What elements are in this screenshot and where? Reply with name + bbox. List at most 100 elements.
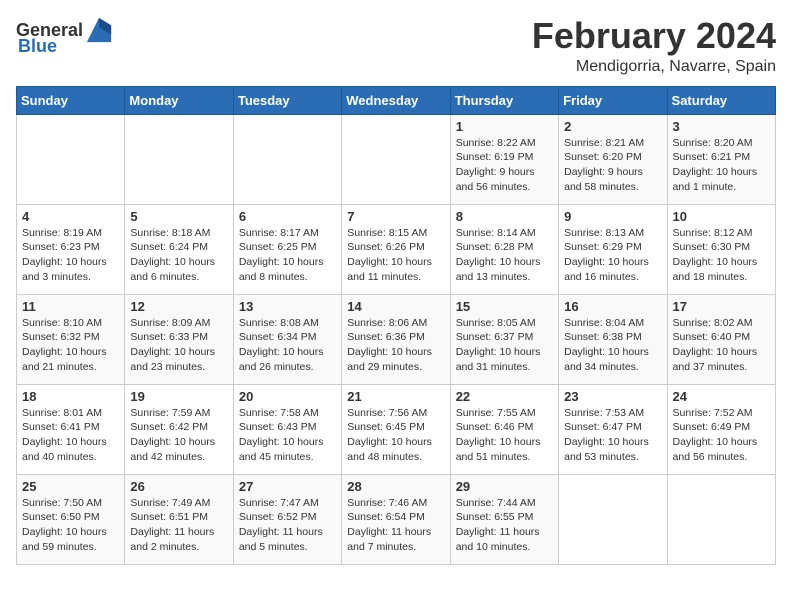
day-number: 29 — [456, 479, 553, 494]
day-info: Sunrise: 8:08 AM Sunset: 6:34 PM Dayligh… — [239, 316, 336, 375]
calendar-cell: 8 Sunrise: 8:14 AM Sunset: 6:28 PM Daylig… — [450, 204, 558, 294]
day-info: Sunrise: 7:50 AM Sunset: 6:50 PM Dayligh… — [22, 496, 119, 555]
day-info: Sunrise: 8:04 AM Sunset: 6:38 PM Dayligh… — [564, 316, 661, 375]
day-number: 20 — [239, 389, 336, 404]
day-info: Sunrise: 8:06 AM Sunset: 6:36 PM Dayligh… — [347, 316, 444, 375]
day-number: 12 — [130, 299, 227, 314]
day-number: 8 — [456, 209, 553, 224]
page-header: General Blue February 2024 Mendigorria, … — [16, 16, 776, 76]
logo-icon — [85, 16, 113, 44]
day-info: Sunrise: 8:15 AM Sunset: 6:26 PM Dayligh… — [347, 226, 444, 285]
day-number: 15 — [456, 299, 553, 314]
calendar-cell: 5 Sunrise: 8:18 AM Sunset: 6:24 PM Daylig… — [125, 204, 233, 294]
day-info: Sunrise: 7:56 AM Sunset: 6:45 PM Dayligh… — [347, 406, 444, 465]
calendar-cell: 12 Sunrise: 8:09 AM Sunset: 6:33 PM Dayli… — [125, 294, 233, 384]
calendar-cell: 22 Sunrise: 7:55 AM Sunset: 6:46 PM Dayli… — [450, 384, 558, 474]
day-number: 7 — [347, 209, 444, 224]
day-number: 26 — [130, 479, 227, 494]
day-info: Sunrise: 8:21 AM Sunset: 6:20 PM Dayligh… — [564, 136, 661, 195]
day-info: Sunrise: 7:44 AM Sunset: 6:55 PM Dayligh… — [456, 496, 553, 555]
day-number: 14 — [347, 299, 444, 314]
calendar-cell: 17Sunrise: 8:02 AM Sunset: 6:40 PM Dayli… — [667, 294, 775, 384]
calendar-cell: 9 Sunrise: 8:13 AM Sunset: 6:29 PM Daylig… — [559, 204, 667, 294]
calendar-cell: 14 Sunrise: 8:06 AM Sunset: 6:36 PM Dayli… — [342, 294, 450, 384]
calendar-cell: 4 Sunrise: 8:19 AM Sunset: 6:23 PM Daylig… — [17, 204, 125, 294]
day-info: Sunrise: 7:55 AM Sunset: 6:46 PM Dayligh… — [456, 406, 553, 465]
day-info: Sunrise: 8:18 AM Sunset: 6:24 PM Dayligh… — [130, 226, 227, 285]
day-number: 4 — [22, 209, 119, 224]
calendar-cell: 11Sunrise: 8:10 AM Sunset: 6:32 PM Dayli… — [17, 294, 125, 384]
day-number: 27 — [239, 479, 336, 494]
day-info: Sunrise: 7:47 AM Sunset: 6:52 PM Dayligh… — [239, 496, 336, 555]
day-info: Sunrise: 8:17 AM Sunset: 6:25 PM Dayligh… — [239, 226, 336, 285]
day-info: Sunrise: 7:46 AM Sunset: 6:54 PM Dayligh… — [347, 496, 444, 555]
location-title: Mendigorria, Navarre, Spain — [532, 58, 776, 76]
day-number: 13 — [239, 299, 336, 314]
day-info: Sunrise: 7:59 AM Sunset: 6:42 PM Dayligh… — [130, 406, 227, 465]
calendar-cell: 24Sunrise: 7:52 AM Sunset: 6:49 PM Dayli… — [667, 384, 775, 474]
day-number: 22 — [456, 389, 553, 404]
calendar-cell: 2Sunrise: 8:21 AM Sunset: 6:20 PM Daylig… — [559, 114, 667, 204]
column-header-friday: Friday — [559, 86, 667, 114]
day-number: 17 — [673, 299, 770, 314]
day-number: 6 — [239, 209, 336, 224]
day-number: 10 — [673, 209, 770, 224]
day-info: Sunrise: 8:19 AM Sunset: 6:23 PM Dayligh… — [22, 226, 119, 285]
day-info: Sunrise: 7:53 AM Sunset: 6:47 PM Dayligh… — [564, 406, 661, 465]
calendar-cell — [342, 114, 450, 204]
column-header-wednesday: Wednesday — [342, 86, 450, 114]
logo-blue-text: Blue — [18, 36, 57, 57]
calendar-cell: 28 Sunrise: 7:46 AM Sunset: 6:54 PM Dayli… — [342, 474, 450, 564]
calendar-cell: 26 Sunrise: 7:49 AM Sunset: 6:51 PM Dayli… — [125, 474, 233, 564]
day-info: Sunrise: 8:05 AM Sunset: 6:37 PM Dayligh… — [456, 316, 553, 375]
title-area: February 2024 Mendigorria, Navarre, Spai… — [532, 16, 776, 76]
day-number: 23 — [564, 389, 661, 404]
calendar-cell: 7 Sunrise: 8:15 AM Sunset: 6:26 PM Daylig… — [342, 204, 450, 294]
calendar-cell — [559, 474, 667, 564]
column-header-saturday: Saturday — [667, 86, 775, 114]
calendar-cell: 13 Sunrise: 8:08 AM Sunset: 6:34 PM Dayli… — [233, 294, 341, 384]
day-number: 5 — [130, 209, 227, 224]
day-number: 18 — [22, 389, 119, 404]
calendar-cell: 3 Sunrise: 8:20 AM Sunset: 6:21 PM Daylig… — [667, 114, 775, 204]
day-number: 19 — [130, 389, 227, 404]
calendar-cell: 10Sunrise: 8:12 AM Sunset: 6:30 PM Dayli… — [667, 204, 775, 294]
day-info: Sunrise: 8:14 AM Sunset: 6:28 PM Dayligh… — [456, 226, 553, 285]
day-number: 16 — [564, 299, 661, 314]
logo: General Blue — [16, 16, 113, 57]
column-header-sunday: Sunday — [17, 86, 125, 114]
day-number: 9 — [564, 209, 661, 224]
calendar-week-2: 4 Sunrise: 8:19 AM Sunset: 6:23 PM Daylig… — [17, 204, 776, 294]
calendar-cell — [233, 114, 341, 204]
day-info: Sunrise: 8:13 AM Sunset: 6:29 PM Dayligh… — [564, 226, 661, 285]
day-number: 21 — [347, 389, 444, 404]
column-header-monday: Monday — [125, 86, 233, 114]
calendar-cell: 20Sunrise: 7:58 AM Sunset: 6:43 PM Dayli… — [233, 384, 341, 474]
day-info: Sunrise: 8:01 AM Sunset: 6:41 PM Dayligh… — [22, 406, 119, 465]
calendar-cell: 6 Sunrise: 8:17 AM Sunset: 6:25 PM Daylig… — [233, 204, 341, 294]
calendar-week-3: 11Sunrise: 8:10 AM Sunset: 6:32 PM Dayli… — [17, 294, 776, 384]
calendar-cell: 19 Sunrise: 7:59 AM Sunset: 6:42 PM Dayli… — [125, 384, 233, 474]
day-number: 11 — [22, 299, 119, 314]
calendar-cell: 29 Sunrise: 7:44 AM Sunset: 6:55 PM Dayli… — [450, 474, 558, 564]
calendar-cell: 15 Sunrise: 8:05 AM Sunset: 6:37 PM Dayli… — [450, 294, 558, 384]
calendar-header-row: SundayMondayTuesdayWednesdayThursdayFrid… — [17, 86, 776, 114]
calendar-cell: 25Sunrise: 7:50 AM Sunset: 6:50 PM Dayli… — [17, 474, 125, 564]
month-title: February 2024 — [532, 16, 776, 56]
calendar-cell: 16 Sunrise: 8:04 AM Sunset: 6:38 PM Dayli… — [559, 294, 667, 384]
day-number: 3 — [673, 119, 770, 134]
day-info: Sunrise: 7:52 AM Sunset: 6:49 PM Dayligh… — [673, 406, 770, 465]
day-info: Sunrise: 8:09 AM Sunset: 6:33 PM Dayligh… — [130, 316, 227, 375]
day-info: Sunrise: 8:20 AM Sunset: 6:21 PM Dayligh… — [673, 136, 770, 195]
calendar-cell — [125, 114, 233, 204]
day-number: 28 — [347, 479, 444, 494]
calendar-cell: 1Sunrise: 8:22 AM Sunset: 6:19 PM Daylig… — [450, 114, 558, 204]
calendar-cell: 18 Sunrise: 8:01 AM Sunset: 6:41 PM Dayli… — [17, 384, 125, 474]
day-info: Sunrise: 7:49 AM Sunset: 6:51 PM Dayligh… — [130, 496, 227, 555]
column-header-tuesday: Tuesday — [233, 86, 341, 114]
column-header-thursday: Thursday — [450, 86, 558, 114]
calendar-table: SundayMondayTuesdayWednesdayThursdayFrid… — [16, 86, 776, 565]
calendar-cell: 23 Sunrise: 7:53 AM Sunset: 6:47 PM Dayli… — [559, 384, 667, 474]
calendar-week-5: 25Sunrise: 7:50 AM Sunset: 6:50 PM Dayli… — [17, 474, 776, 564]
calendar-cell — [17, 114, 125, 204]
